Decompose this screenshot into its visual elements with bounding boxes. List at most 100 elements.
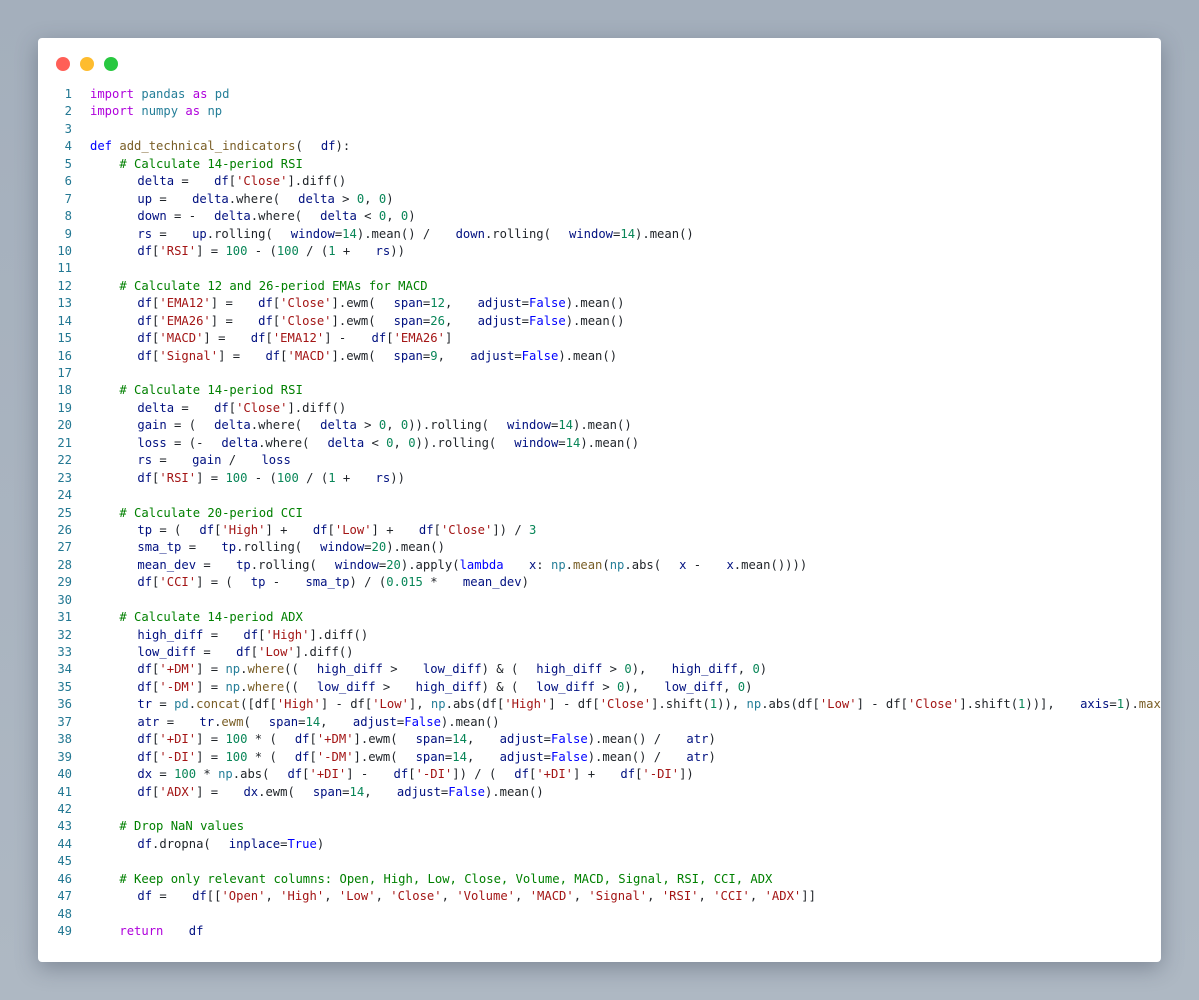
code-token: , [441,889,457,904]
maximize-window-button[interactable] [104,57,118,71]
code-token: gain [137,418,167,433]
code-token: ), [624,679,647,694]
code-token: . [188,697,197,712]
code-token: delta [298,191,335,206]
line-number: 12 [57,278,72,293]
code-token: 20 [371,540,387,555]
line-number: 47 [57,889,72,904]
code-token: mean_dev [462,575,522,590]
code-token: [ [309,749,317,764]
code-token: df [250,331,266,346]
code-text: import numpy as np [72,103,222,120]
code-text: delta = df['Close'].diff() [72,400,346,417]
code-token: down [455,226,485,241]
code-token: ] = [196,662,226,677]
code-token: low_diff [137,645,197,659]
code-token: .rolling( [236,540,303,555]
code-token: 'Low' [372,697,409,712]
code-token: [ [228,400,237,415]
code-token: high_diff [415,679,482,694]
code-token: - [686,557,709,572]
minimize-window-button[interactable] [80,57,94,71]
code-token: 'Close' [599,697,652,712]
code-text: df.dropna(inplace=True) [72,836,324,853]
code-token: df [137,575,153,590]
code-token: ) [708,749,716,764]
code-token: high_diff [671,662,738,677]
line-number: 44 [57,836,72,851]
code-token: import [90,87,135,101]
code-token: ] = [210,296,241,311]
code-token: '+DM' [316,732,354,747]
code-line: 31 # Calculate 14-period ADX [38,609,1161,626]
code-token: 'Close' [280,313,332,328]
code-token: [ [228,174,237,189]
code-line: 27 sma_tp = tp.rolling(window=20).mean() [38,539,1161,556]
code-token: adjust [396,784,441,799]
close-window-button[interactable] [56,57,70,71]
code-token: , [698,889,714,904]
code-text: df['ADX'] = dx.ewm(span=14, adjust=False… [72,784,543,801]
code-token: mean_dev [137,557,197,572]
code-token: ).mean() / [587,732,669,747]
code-token: # Calculate 14-period RSI [119,156,303,171]
code-token: # Calculate 14-period ADX [119,610,303,625]
code-token: ] - df[ [856,697,908,712]
code-token: , [320,714,335,729]
code-token: 14 [342,226,357,241]
code-token: = [152,191,175,206]
code-token: , [375,889,391,904]
line-number: 27 [57,540,72,555]
code-line: 23 df['RSI'] = 100 - (100 / (1 + rs)) [38,470,1161,487]
code-token: = [152,226,175,241]
code-token: = [364,540,372,555]
code-token: 'EMA26' [393,331,445,346]
code-line: 32 high_diff = df['High'].diff() [38,627,1161,644]
code-token: 'Volume' [456,889,516,904]
code-token: 'Close' [440,522,493,537]
code-token: 'RSI' [159,470,197,485]
code-token: sma_tp [137,540,182,555]
code-token: = ( [152,522,182,537]
code-token: False [529,296,566,311]
code-token: .abs( [624,557,662,572]
code-token: < [356,209,379,224]
code-token: 100 [225,749,248,764]
code-token: '-DI' [415,767,453,782]
code-line: 3 [38,121,1161,138]
code-token: 1 [328,243,336,258]
code-token: 26 [430,313,445,328]
code-line: 30 [38,592,1161,609]
code-token: 100 [276,470,299,485]
code-token: where [247,662,285,677]
code-line: 34 df['+DM'] = np.where((high_diff > low… [38,661,1161,678]
code-token: = [203,627,226,642]
code-token: numpy [141,104,179,119]
code-token: )) [390,243,405,258]
code-token: ewm [221,714,244,729]
line-number: 13 [57,296,72,311]
code-editor[interactable]: 1 import pandas as pd 2 import numpy as np 3… [38,86,1161,940]
code-text: rs = gain / loss [72,452,290,469]
code-token: span [415,749,445,764]
code-text: df['+DM'] = np.where((high_diff > low_di… [72,661,767,678]
code-token: ).mean() [565,296,625,311]
code-token: 'Close' [907,697,960,712]
line-number: 31 [57,610,72,625]
code-token: high_diff [316,662,383,677]
code-line: 7 up = delta.where(delta > 0, 0) [38,191,1161,208]
